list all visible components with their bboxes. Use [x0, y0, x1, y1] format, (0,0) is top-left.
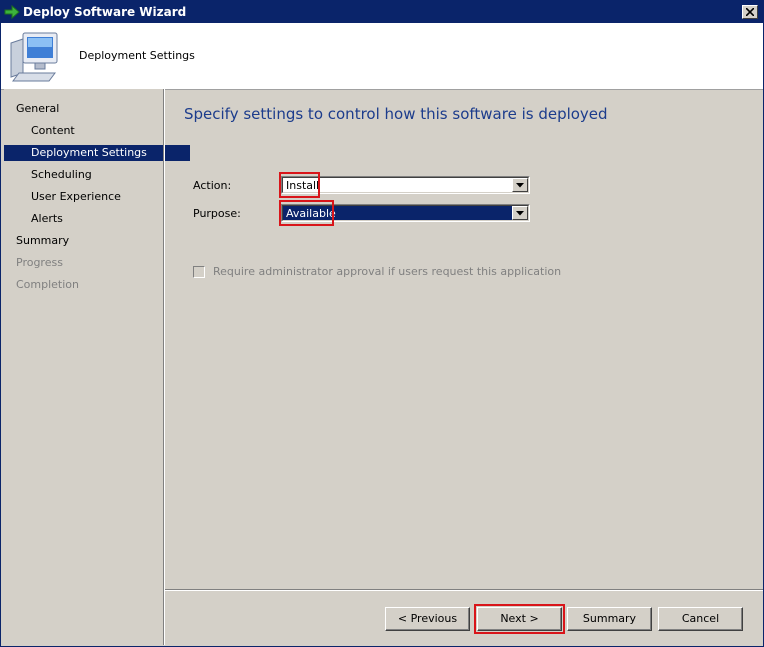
- purpose-dropdown-field: Available: [282, 205, 529, 221]
- cancel-button[interactable]: Cancel: [658, 607, 743, 631]
- next-button-label: Next >: [500, 612, 539, 625]
- window-title: Deploy Software Wizard: [23, 5, 187, 19]
- purpose-label: Purpose:: [193, 207, 241, 220]
- action-dropdown-field: Install: [282, 177, 529, 193]
- nav-item-general[interactable]: General: [4, 101, 175, 117]
- purpose-dropdown-arrow[interactable]: [512, 206, 528, 220]
- header-title: Deployment Settings: [79, 49, 195, 62]
- next-button[interactable]: Next >: [474, 604, 565, 634]
- footer-separator: [165, 589, 763, 591]
- previous-button-label: < Previous: [397, 612, 458, 625]
- computer-icon: [9, 29, 61, 83]
- nav-item-completion: Completion: [16, 278, 80, 291]
- title-bar[interactable]: Deploy Software Wizard: [1, 1, 763, 23]
- previous-button[interactable]: < Previous: [385, 607, 470, 631]
- action-value: Install: [286, 179, 320, 192]
- action-dropdown[interactable]: Install: [281, 176, 530, 194]
- purpose-dropdown[interactable]: Available: [281, 204, 530, 222]
- nav-item-summary[interactable]: Summary: [4, 233, 175, 249]
- settings-panel: Specify settings to control how this sof…: [165, 89, 763, 589]
- summary-button[interactable]: Summary: [567, 607, 652, 631]
- cancel-button-label: Cancel: [681, 612, 720, 625]
- action-label: Action:: [193, 179, 232, 192]
- approval-checkbox-label: Require administrator approval if users …: [213, 265, 562, 278]
- chevron-down-icon: [516, 183, 524, 188]
- green-arrow-icon: [4, 4, 20, 20]
- summary-button-label: Summary: [582, 612, 637, 625]
- nav-item-progress: Progress: [16, 256, 63, 269]
- action-dropdown-arrow[interactable]: [512, 178, 528, 192]
- wizard-header: Deployment Settings: [1, 23, 763, 90]
- approval-checkbox: [193, 266, 205, 278]
- wizard-steps-nav: General Content Deployment Settings Sche…: [4, 89, 190, 645]
- wizard-window: Deploy Software Wizard Deployment Settin…: [0, 0, 764, 647]
- page-heading: Specify settings to control how this sof…: [184, 105, 608, 123]
- close-icon: [746, 8, 754, 16]
- purpose-value: Available: [286, 207, 336, 220]
- close-button[interactable]: [742, 5, 758, 19]
- chevron-down-icon: [516, 211, 524, 216]
